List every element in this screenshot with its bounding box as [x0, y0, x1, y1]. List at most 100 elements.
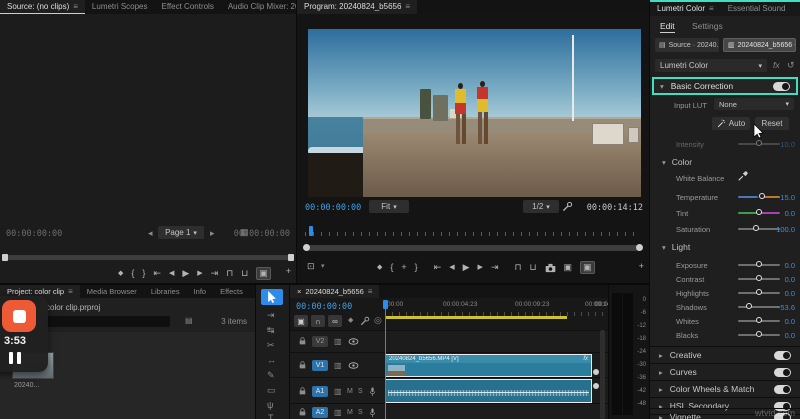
timeline-playhead-line[interactable] — [385, 300, 386, 419]
track-select-tool-icon[interactable]: ⇥ — [267, 311, 275, 320]
track-a1[interactable]: A1 ▥ M S — [290, 377, 608, 403]
program-playhead[interactable] — [309, 226, 313, 236]
reset-effect-icon[interactable]: ↺ — [787, 61, 795, 70]
extract-icon[interactable]: ⊔ — [530, 263, 537, 272]
blacks-slider[interactable] — [738, 334, 780, 336]
tab-sequence[interactable]: × 20240824_b5656 ≡ — [290, 285, 379, 298]
razor-tool-icon[interactable]: ✂ — [267, 341, 275, 350]
track-badge-v1[interactable]: V1 — [312, 360, 328, 371]
button-editor-icon[interactable]: + — [286, 267, 291, 276]
source-scrollbar-left-handle[interactable] — [2, 254, 8, 261]
shadows-slider[interactable] — [738, 306, 780, 308]
panel-menu-icon[interactable]: ≡ — [709, 2, 714, 16]
timeline-vertical-scrollbar[interactable] — [600, 330, 605, 419]
input-lut-dropdown[interactable]: None ▾ — [714, 98, 794, 110]
highlights-slider[interactable] — [738, 292, 780, 294]
go-to-out-icon[interactable]: ⇥ — [491, 263, 499, 272]
video-clip[interactable]: 20240824_b5656.MP4 [V] fx — [385, 354, 592, 377]
program-scrollbar-right-handle[interactable] — [636, 244, 643, 251]
go-to-out-icon[interactable]: ⇥ — [211, 269, 219, 278]
effect-selector-dropdown[interactable]: Lumetri Color ▾ — [655, 59, 767, 72]
timeline-playhead-head[interactable] — [383, 300, 388, 309]
comparison-view-icon[interactable]: ▣ — [580, 261, 595, 274]
exposure-value[interactable]: 0.0 — [785, 261, 795, 270]
lock-icon[interactable] — [298, 386, 307, 396]
page-next-icon[interactable]: ▸ — [210, 229, 215, 238]
clip-resize-handle-bottom[interactable] — [593, 383, 599, 389]
step-forward-icon[interactable]: ▶ — [478, 264, 483, 271]
basic-correction-toggle[interactable] — [773, 82, 790, 91]
stop-recording-button[interactable] — [2, 300, 36, 332]
creative-toggle[interactable] — [774, 351, 791, 360]
tab-media-browser[interactable]: Media Browser — [80, 285, 144, 298]
source-clip-chip[interactable]: ▤ Source · 20240... — [655, 38, 719, 52]
insert-icon[interactable]: ⊓ — [226, 269, 233, 278]
pen-tool-icon[interactable]: ✎ — [267, 371, 275, 380]
light-section-header[interactable]: ▾ Light — [662, 242, 690, 252]
step-forward-icon[interactable]: ▶ — [197, 270, 202, 277]
tab-info[interactable]: Info — [187, 285, 214, 298]
play-icon[interactable]: ▶ — [182, 269, 189, 278]
filter-bin-icon[interactable]: ▤ — [185, 317, 193, 325]
saturation-value[interactable]: 100.0 — [776, 225, 795, 234]
mic-icon[interactable] — [368, 407, 377, 419]
ripple-edit-tool-icon[interactable]: ↹ — [267, 326, 275, 335]
selection-tool[interactable] — [261, 289, 283, 305]
settings-wrench-icon[interactable] — [562, 201, 573, 212]
mark-out-icon[interactable]: } — [415, 263, 418, 272]
contrast-value[interactable]: 0.0 — [785, 275, 795, 284]
track-output-eye-icon[interactable] — [348, 361, 359, 370]
hand-tool-icon[interactable]: ψ — [267, 401, 273, 410]
go-to-in-icon[interactable]: ⇤ — [434, 263, 442, 272]
tab-essential-sound[interactable]: Essential Sound — [721, 2, 793, 16]
track-v2[interactable]: V2 ▥ — [290, 330, 608, 352]
settings-grid-icon[interactable]: ⊡ — [307, 262, 315, 271]
slip-tool-icon[interactable]: ↔ — [267, 356, 276, 365]
timeline-timecode[interactable]: 00:00:00:00 — [296, 302, 352, 312]
chevron-down-icon[interactable]: ▾ — [321, 263, 325, 270]
zoom-level-dropdown[interactable]: Fit ▾ — [369, 200, 409, 213]
intensity-value[interactable]: 10.0 — [780, 140, 795, 149]
track-output-eye-icon[interactable] — [348, 337, 359, 346]
blacks-value[interactable]: 0.0 — [785, 331, 795, 340]
playback-resolution-dropdown[interactable]: 1/2 ▾ — [523, 200, 559, 213]
close-icon[interactable]: × — [297, 285, 301, 298]
source-scrollbar[interactable] — [3, 255, 293, 260]
tint-slider[interactable] — [738, 212, 780, 214]
tab-lumetri-color[interactable]: Lumetri Color ≡ — [650, 2, 721, 16]
subtab-edit[interactable]: Edit — [660, 21, 675, 33]
tab-effects[interactable]: Effects — [213, 285, 250, 298]
overlay-view-icon[interactable]: ▣ — [564, 263, 573, 272]
sync-lock-icon[interactable]: ▥ — [334, 362, 342, 370]
section-color-wheels[interactable]: ▸ Color Wheels & Match — [650, 380, 800, 397]
track-badge-v2[interactable]: V2 — [312, 336, 328, 347]
tab-libraries[interactable]: Libraries — [144, 285, 187, 298]
section-creative[interactable]: ▸ Creative — [650, 346, 800, 363]
solo-button[interactable]: S — [358, 388, 363, 395]
mute-button[interactable]: M — [347, 388, 353, 395]
page-prev-icon[interactable]: ◂ — [148, 229, 153, 238]
mic-icon[interactable] — [368, 386, 377, 398]
highlights-value[interactable]: 0.0 — [785, 289, 795, 298]
panel-menu-icon[interactable]: ≡ — [68, 285, 73, 298]
go-to-in-icon[interactable]: ⇤ — [153, 269, 161, 278]
intensity-slider[interactable] — [738, 143, 780, 145]
export-frame-camera-icon[interactable] — [545, 263, 556, 273]
timeline-settings-wrench-icon[interactable] — [360, 316, 370, 326]
step-back-icon[interactable]: ◀ — [169, 270, 174, 277]
program-scrollbar[interactable] — [305, 245, 641, 251]
contrast-slider[interactable] — [738, 278, 780, 280]
add-marker-icon[interactable]: ◆ — [377, 264, 382, 271]
snap-toggle-button[interactable]: ∩ — [311, 315, 325, 327]
button-editor-icon[interactable]: + — [639, 262, 644, 271]
clip-resize-handle-top[interactable] — [593, 369, 599, 375]
track-badge-a1[interactable]: A1 — [312, 386, 328, 397]
export-frame-icon[interactable]: ▣ — [256, 267, 271, 280]
play-icon[interactable]: ▶ — [463, 263, 470, 272]
track-badge-a2[interactable]: A2 — [312, 407, 328, 418]
nest-toggle-button[interactable]: ▣ — [294, 315, 308, 327]
mark-in-icon[interactable]: { — [131, 269, 134, 278]
basic-correction-header[interactable]: ▾ Basic Correction — [652, 77, 798, 95]
panel-menu-icon[interactable]: ≡ — [405, 0, 410, 14]
tab-source[interactable]: Source: (no clips) ≡ — [0, 0, 85, 14]
